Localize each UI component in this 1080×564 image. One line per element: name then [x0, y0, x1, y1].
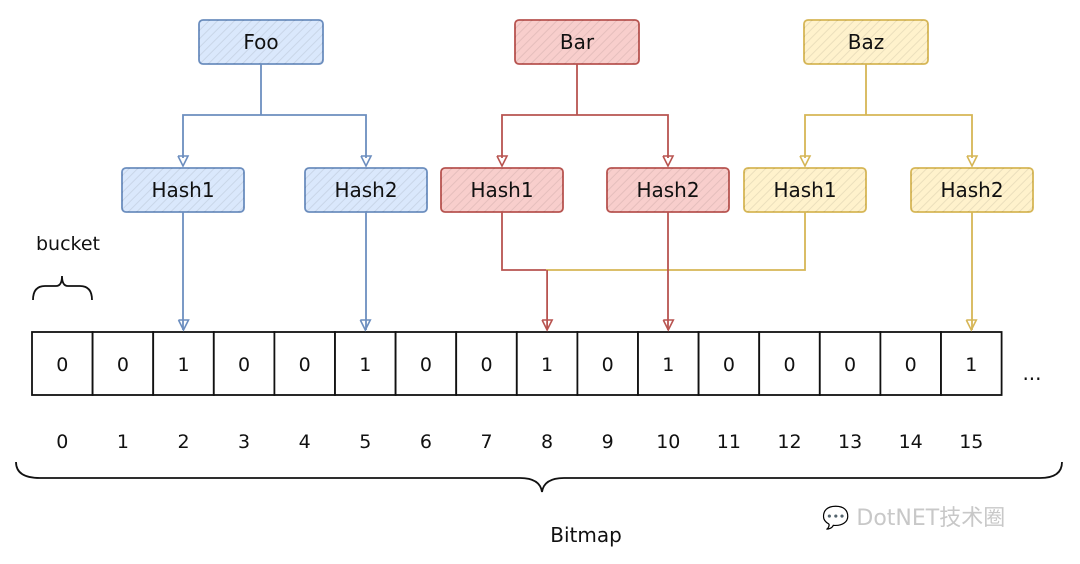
bitmap-brace: [15, 461, 1063, 493]
bit-index: 3: [238, 431, 250, 453]
bit-index: 5: [359, 431, 371, 453]
hash-box-bar-2-label: Hash2: [636, 178, 699, 202]
hash-box-foo-2-label: Hash2: [334, 178, 397, 202]
bucket-brace: [32, 275, 93, 301]
connector: [501, 114, 669, 158]
connector: [182, 114, 367, 158]
bit-value: 0: [299, 354, 311, 376]
ellipsis: ...: [1022, 361, 1041, 385]
hash-box-foo-1-label: Hash1: [151, 178, 214, 202]
bit-index: 7: [480, 431, 492, 453]
hash-box-baz-2-label: Hash2: [940, 178, 1003, 202]
bit-index: 13: [838, 431, 862, 453]
bit-index: 12: [777, 431, 801, 453]
bit-value: 0: [238, 354, 250, 376]
bit-index: 9: [602, 431, 614, 453]
key-box-bar: Bar: [514, 19, 640, 65]
bit-value: 1: [359, 354, 371, 376]
bucket-label: bucket: [36, 233, 100, 255]
hash-to-bit-line: [546, 212, 806, 271]
watermark-text: DotNET技术圈: [856, 506, 1006, 531]
wechat-icon: 💬: [822, 506, 850, 531]
bit-value: 0: [56, 354, 68, 376]
bit-index: 1: [117, 431, 129, 453]
bit-index: 15: [959, 431, 983, 453]
hash-box-baz-1-label: Hash1: [773, 178, 836, 202]
bit-index: 14: [899, 431, 923, 453]
hash-to-bit-line: [501, 212, 546, 271]
bitmap-label: Bitmap: [550, 523, 622, 547]
bit-value: 0: [905, 354, 917, 376]
bit-value: 0: [480, 354, 492, 376]
bloom-filter-diagram: 0 0 0 1 1 2 0 3 0 4 1 5 0 6 0 7 1 8 0 9 1 10 0 11 0 12 0 13 0 14 1 15..…: [0, 0, 1080, 564]
watermark: 💬 DotNET技术圈: [822, 500, 1005, 532]
hash-box-bar-1: Hash1: [440, 167, 564, 213]
hash-box-bar-1-label: Hash1: [470, 178, 533, 202]
bit-value: 0: [844, 354, 856, 376]
connector: [804, 114, 973, 158]
key-box-baz: Baz: [803, 19, 929, 65]
bit-index: 8: [541, 431, 553, 453]
bit-index: 11: [717, 431, 741, 453]
bit-value: 0: [602, 354, 614, 376]
hash-box-foo-2: Hash2: [304, 167, 428, 213]
key-box-bar-label: Bar: [560, 30, 595, 54]
hash-box-foo-1: Hash1: [121, 167, 245, 213]
diagram-canvas: 00011203041506071809110011012013014115..…: [15, 19, 1063, 547]
hash-box-baz-1: Hash1: [743, 167, 867, 213]
bit-value: 1: [965, 354, 977, 376]
hash-box-bar-2: Hash2: [606, 167, 730, 213]
bit-index: 2: [177, 431, 189, 453]
bit-value: 1: [177, 354, 189, 376]
bit-value: 1: [541, 354, 553, 376]
hash-box-baz-2: Hash2: [910, 167, 1034, 213]
bit-value: 0: [420, 354, 432, 376]
bit-value: 1: [662, 354, 674, 376]
bit-index: 6: [420, 431, 432, 453]
bit-value: 0: [117, 354, 129, 376]
key-box-foo-label: Foo: [243, 30, 278, 54]
bit-value: 0: [723, 354, 735, 376]
key-box-baz-label: Baz: [848, 30, 884, 54]
bit-index: 4: [299, 431, 311, 453]
key-box-foo: Foo: [198, 19, 324, 65]
bit-index: 10: [656, 431, 680, 453]
bit-index: 0: [56, 431, 68, 453]
bit-value: 0: [783, 354, 795, 376]
